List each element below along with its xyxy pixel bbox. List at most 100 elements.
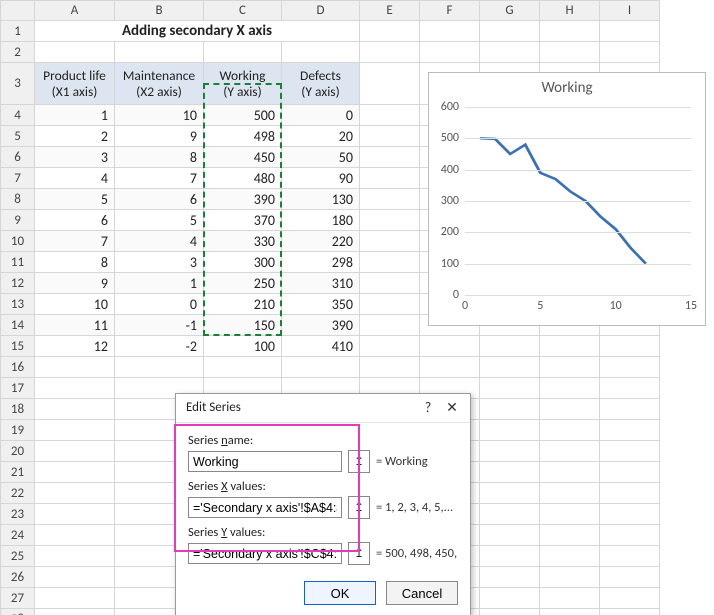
cell[interactable]	[480, 546, 540, 567]
cell[interactable]: 10	[115, 105, 204, 126]
cell[interactable]: 310	[282, 273, 360, 294]
cell[interactable]: 3	[35, 147, 115, 168]
cell[interactable]	[360, 294, 420, 315]
cell[interactable]	[600, 336, 660, 357]
cell[interactable]	[480, 504, 540, 525]
cell[interactable]: 180	[282, 210, 360, 231]
cell[interactable]	[360, 105, 420, 126]
cell[interactable]: 20	[282, 126, 360, 147]
cell[interactable]	[360, 147, 420, 168]
cell[interactable]	[360, 273, 420, 294]
cell[interactable]: Maintenance(X2 axis)	[115, 63, 204, 105]
cell[interactable]	[420, 21, 480, 42]
cell[interactable]: 1	[115, 273, 204, 294]
cell[interactable]: 8	[115, 147, 204, 168]
cell[interactable]: 4	[35, 168, 115, 189]
cell[interactable]	[600, 609, 660, 615]
cell[interactable]	[540, 525, 600, 546]
cell[interactable]	[600, 357, 660, 378]
cell[interactable]: 11	[35, 315, 115, 336]
cell[interactable]	[480, 336, 540, 357]
cell[interactable]: 220	[282, 231, 360, 252]
cell[interactable]	[35, 441, 115, 462]
cell[interactable]	[360, 252, 420, 273]
cell[interactable]: Product life(X1 axis)	[35, 63, 115, 105]
cell[interactable]: 6	[115, 189, 204, 210]
cell[interactable]: 90	[282, 168, 360, 189]
row-header[interactable]: 14	[1, 315, 35, 336]
col-header[interactable]: C	[204, 1, 282, 21]
cell[interactable]	[480, 609, 540, 615]
cell[interactable]	[480, 378, 540, 399]
row-header[interactable]: 21	[1, 462, 35, 483]
cell[interactable]	[115, 42, 204, 63]
cell[interactable]	[480, 483, 540, 504]
col-header[interactable]: G	[480, 1, 540, 21]
cell[interactable]	[35, 420, 115, 441]
cell[interactable]: Defects(Y axis)	[282, 63, 360, 105]
cell[interactable]: 50	[282, 147, 360, 168]
cell[interactable]	[35, 378, 115, 399]
range-picker-icon[interactable]: ↥	[348, 542, 370, 565]
cell[interactable]	[540, 504, 600, 525]
row-header[interactable]: 22	[1, 483, 35, 504]
select-all-corner[interactable]	[1, 1, 35, 21]
cell[interactable]	[600, 504, 660, 525]
cell[interactable]	[35, 42, 115, 63]
cell[interactable]: 9	[115, 126, 204, 147]
cell[interactable]	[480, 399, 540, 420]
cell[interactable]: 410	[282, 336, 360, 357]
cell[interactable]	[600, 378, 660, 399]
cell[interactable]	[540, 462, 600, 483]
cell[interactable]: 480	[204, 168, 282, 189]
cell[interactable]	[540, 357, 600, 378]
cell[interactable]	[480, 567, 540, 588]
cell[interactable]: 450	[204, 147, 282, 168]
row-header[interactable]: 23	[1, 504, 35, 525]
row-header[interactable]: 12	[1, 273, 35, 294]
cell[interactable]: Working(Y axis)	[204, 63, 282, 105]
cell[interactable]	[480, 462, 540, 483]
cell[interactable]	[360, 168, 420, 189]
cell[interactable]	[360, 357, 420, 378]
row-header[interactable]: 11	[1, 252, 35, 273]
row-header[interactable]: 8	[1, 189, 35, 210]
cell[interactable]: 250	[204, 273, 282, 294]
cell[interactable]	[480, 21, 540, 42]
cell[interactable]: 7	[35, 231, 115, 252]
cell[interactable]: 130	[282, 189, 360, 210]
cell[interactable]	[35, 609, 115, 615]
cell[interactable]	[540, 336, 600, 357]
cell[interactable]	[540, 483, 600, 504]
cell[interactable]	[420, 42, 480, 63]
cell[interactable]: 390	[282, 315, 360, 336]
cell[interactable]: 0	[282, 105, 360, 126]
series-x-field[interactable]	[188, 497, 342, 518]
cell[interactable]: 498	[204, 126, 282, 147]
row-header[interactable]: 2	[1, 42, 35, 63]
cell[interactable]	[282, 357, 360, 378]
row-header[interactable]: 15	[1, 336, 35, 357]
cell[interactable]: 1	[35, 105, 115, 126]
cell[interactable]	[420, 336, 480, 357]
row-header[interactable]: 19	[1, 420, 35, 441]
cell[interactable]: 5	[115, 210, 204, 231]
close-icon[interactable]: ✕	[440, 394, 464, 422]
cell[interactable]: 3	[115, 252, 204, 273]
cell[interactable]	[600, 399, 660, 420]
row-header[interactable]: 20	[1, 441, 35, 462]
cell[interactable]	[35, 525, 115, 546]
cell[interactable]	[600, 546, 660, 567]
cell[interactable]	[540, 567, 600, 588]
cell[interactable]	[480, 588, 540, 609]
cell[interactable]: 350	[282, 294, 360, 315]
cell[interactable]	[360, 336, 420, 357]
cell[interactable]: 0	[115, 294, 204, 315]
cell[interactable]: 330	[204, 231, 282, 252]
cell[interactable]: 8	[35, 252, 115, 273]
row-header[interactable]: 10	[1, 231, 35, 252]
col-header[interactable]: B	[115, 1, 204, 21]
cell[interactable]: 370	[204, 210, 282, 231]
cell[interactable]	[600, 42, 660, 63]
cell[interactable]: 298	[282, 252, 360, 273]
